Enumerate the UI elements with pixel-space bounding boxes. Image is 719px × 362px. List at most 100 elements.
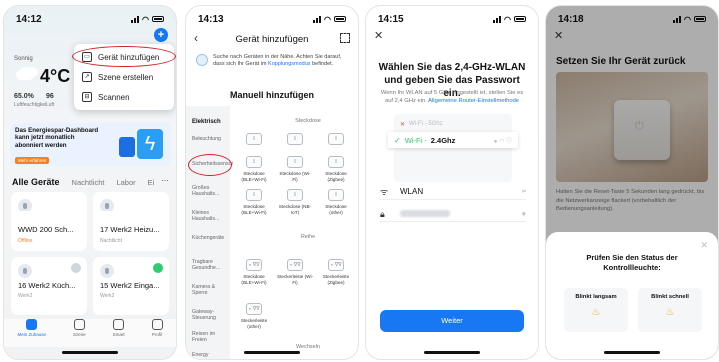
banner-button[interactable]: Mehr erfahren bbox=[15, 157, 50, 165]
wifi-good-prefix: Wi-Fi - bbox=[404, 135, 427, 145]
energy-banner[interactable]: Das Energiespar-Dashboard kann jetzt mon… bbox=[10, 123, 171, 166]
option-blink-fast[interactable]: Blinkt schnell ♨ bbox=[638, 288, 702, 332]
device-type[interactable]: ∘ ∇∇ Steckerleiste (Wi-Fi) bbox=[277, 259, 313, 285]
device-card[interactable]: 15 Werk2 Einga... Werk2 bbox=[93, 257, 169, 315]
tab-lab[interactable]: Labor bbox=[116, 178, 135, 187]
menu-item-scan[interactable]: ⊟ Scannen bbox=[74, 87, 174, 107]
power-strip-icon: ∘ ∇∇ bbox=[328, 259, 344, 271]
device-type[interactable]: ⁞⁞ Steckdose (Zigbee) bbox=[318, 156, 354, 182]
lightbulb-icon: ♨ bbox=[665, 307, 675, 318]
device-type[interactable]: ⁞⁞ Steckdose (other) bbox=[318, 189, 354, 215]
add-button[interactable]: + bbox=[154, 28, 168, 42]
category-item[interactable]: Großes Haushalts... bbox=[192, 185, 228, 197]
wifi-hint: Wenn Ihr WLAN auf 5 GHz eingestellt ist,… bbox=[380, 90, 524, 105]
category-item[interactable]: Küchengeräte bbox=[192, 235, 228, 241]
lock-wifi-icon: ● ◠ ⓘ bbox=[493, 138, 512, 145]
device-type[interactable]: ∘ ∇∇ Steckerleiste (Zigbee) bbox=[318, 259, 354, 285]
scan-icon[interactable] bbox=[340, 33, 350, 43]
wifi-option-good: ✓ Wi-Fi - 2.4Ghz ● ◠ ⓘ bbox=[388, 132, 518, 148]
category-sidebar: Elektrisch Beleuchtung Sicherheitssensor… bbox=[186, 106, 233, 359]
power-icon[interactable] bbox=[153, 263, 163, 273]
pairing-mode-link[interactable]: Kopplungsmodus bbox=[268, 61, 311, 67]
signal-icon bbox=[313, 15, 322, 23]
power-strip-icon: ∘ ∇∇ bbox=[246, 303, 262, 315]
plug-icon: ⁞⁞ bbox=[246, 189, 262, 201]
page-title: Gerät hinzufügen bbox=[235, 34, 309, 45]
device-type[interactable]: ⁞⁞ bbox=[318, 133, 354, 145]
lock-icon: 🔒︎ bbox=[380, 208, 385, 219]
device-type[interactable]: ∘ ∇∇ Steckdose (BLE+Wi-Fi) bbox=[236, 259, 272, 285]
category-item[interactable]: Kamera & Sperre bbox=[192, 284, 228, 296]
plug-icon: ⁞⁞ bbox=[246, 156, 262, 168]
status-icons: ◠ bbox=[131, 15, 164, 24]
option-blink-slow[interactable]: Blinkt langsam ♨ bbox=[564, 288, 628, 332]
home-indicator bbox=[424, 351, 480, 354]
battery-icon bbox=[152, 16, 164, 22]
wlan-field[interactable]: ᯤ WLAN ⇄ bbox=[380, 184, 526, 200]
device-card[interactable]: WWD 200 Sch... Offline bbox=[11, 211, 87, 251]
password-value bbox=[400, 210, 450, 217]
wifi-good-label: 2.4Ghz bbox=[430, 135, 456, 145]
wifi-option-bad: ✕ Wi-Fi - 5Ghz bbox=[394, 117, 512, 131]
smart-icon bbox=[113, 319, 125, 330]
eye-icon[interactable]: ◉ bbox=[522, 211, 526, 217]
more-icon[interactable]: ⋯ bbox=[161, 176, 169, 185]
switch-network-icon[interactable]: ⇄ bbox=[522, 189, 526, 195]
wifi-option-blank bbox=[394, 152, 512, 166]
nav-profile[interactable]: Profil bbox=[151, 319, 163, 347]
scan-icon: ⊟ bbox=[82, 92, 92, 102]
category-item[interactable]: Beleuchtung bbox=[192, 136, 228, 142]
device-type-label: Steckerleiste (Zigbee) bbox=[322, 274, 350, 285]
nav-smart[interactable]: Smart bbox=[113, 319, 125, 347]
password-field[interactable]: 🔒︎ ◉ bbox=[380, 206, 526, 222]
nav-scene[interactable]: Szene bbox=[73, 319, 86, 347]
weather-temperature: 4°C bbox=[40, 66, 71, 86]
device-type[interactable]: ∘ ∇∇ Steckerleiste (other) bbox=[236, 303, 272, 329]
category-item[interactable]: Elektrisch bbox=[192, 119, 228, 126]
plug-icon: ⁞⁞ bbox=[328, 133, 344, 145]
plug-icon bbox=[18, 264, 32, 278]
home-icon bbox=[26, 319, 38, 330]
device-name: 17 Werk2 Heizu... bbox=[100, 225, 160, 234]
nav-label: Profil bbox=[151, 332, 163, 337]
device-card[interactable]: 17 Werk2 Heizu... Nachtlicht bbox=[93, 211, 169, 251]
device-type-label: Steckerleiste (Wi-Fi) bbox=[277, 274, 313, 285]
phone-home-screen: 14:12 ◠ + Sonnig 4°C 65.0% Luftfeuchtigk… bbox=[3, 5, 177, 360]
device-type[interactable]: ⁞⁞ bbox=[277, 133, 313, 145]
device-type[interactable]: ⁞⁞ Steckdose (Wi-Fi) bbox=[277, 156, 313, 182]
nearby-search-info: Suche nach Geräten in der Nähe. Achten S… bbox=[196, 54, 348, 68]
wifi-icon: ᯤ bbox=[380, 186, 389, 197]
router-settings-link[interactable]: Allgemeine Router-Einstellmethode bbox=[428, 98, 519, 104]
device-type-label: Steckdose (NB-IoT) bbox=[278, 204, 312, 215]
device-card[interactable]: 16 Werk2 Küch... Werk2 bbox=[11, 257, 87, 315]
menu-label: Szene erstellen bbox=[98, 72, 154, 82]
device-type[interactable]: ⁞⁞ bbox=[236, 133, 272, 145]
air-label: Luft bbox=[46, 102, 55, 108]
device-type[interactable]: ⁞⁞ Steckdose (BLE+Wi-Fi) bbox=[236, 189, 272, 215]
status-time: 14:12 bbox=[16, 13, 42, 25]
wifi-icon: ◠ bbox=[504, 14, 511, 24]
plug-icon: ⁞⁞ bbox=[328, 189, 344, 201]
highlight-ring bbox=[188, 154, 232, 176]
category-item[interactable]: Gateway-Steuerung bbox=[192, 309, 228, 321]
cloud-icon bbox=[16, 70, 34, 80]
category-item[interactable]: Tragbare Gesundhe... bbox=[192, 259, 228, 271]
category-item[interactable]: Reisen im Freien bbox=[192, 331, 228, 343]
nav-home[interactable]: Mein Zuhause bbox=[17, 319, 46, 347]
power-icon[interactable] bbox=[71, 263, 81, 273]
menu-item-create-scene[interactable]: ↗ Szene erstellen bbox=[74, 67, 174, 87]
device-type[interactable]: ⁞⁞ Steckdose (NB-IoT) bbox=[277, 189, 313, 215]
tab-nightlight[interactable]: Nachtlicht bbox=[72, 178, 105, 187]
next-button[interactable]: Weiter bbox=[380, 310, 524, 332]
info-text-end: befindet. bbox=[312, 60, 334, 67]
device-type[interactable]: ⁞⁞ Steckdose (BLE+Wi-Fi) bbox=[236, 156, 272, 182]
scene-icon bbox=[73, 319, 85, 330]
tab-all-devices[interactable]: Alle Geräte bbox=[12, 177, 60, 187]
category-item[interactable]: Kleines Haushalts... bbox=[192, 210, 228, 222]
status-bar: 14:15 ◠ bbox=[378, 13, 526, 25]
category-item[interactable]: Energy bbox=[192, 352, 228, 358]
close-icon[interactable]: ✕ bbox=[374, 29, 383, 42]
section-header: Steckdose bbox=[295, 118, 321, 124]
close-icon[interactable]: ✕ bbox=[700, 240, 708, 251]
tab-more[interactable]: Ei bbox=[148, 178, 155, 187]
